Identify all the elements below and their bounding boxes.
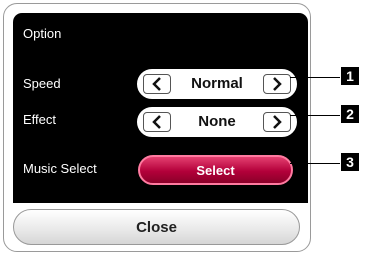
dialog-title: Option — [23, 26, 62, 41]
chevron-right-icon — [273, 115, 282, 129]
effect-label: Effect — [23, 112, 57, 127]
option-panel: Option Speed Normal Effect None Music Se… — [13, 13, 308, 203]
music-select-label: Music Select — [23, 161, 97, 176]
chevron-left-icon — [152, 77, 161, 91]
callout-badge-3: 3 — [341, 153, 359, 171]
callout-line-1 — [290, 77, 340, 78]
callout-badge-2: 2 — [341, 105, 359, 123]
speed-label: Speed — [23, 76, 61, 91]
speed-stepper: Normal — [137, 69, 297, 99]
effect-stepper: None — [137, 107, 297, 137]
effect-value: None — [198, 113, 236, 130]
chevron-left-icon — [152, 115, 161, 129]
callout-line-3 — [290, 163, 340, 164]
chevron-right-icon — [273, 77, 282, 91]
speed-next-button[interactable] — [263, 74, 291, 94]
effect-next-button[interactable] — [263, 112, 291, 132]
effect-prev-button[interactable] — [143, 112, 171, 132]
option-dialog: Option Speed Normal Effect None Music Se… — [3, 3, 311, 252]
close-button[interactable]: Close — [13, 209, 300, 245]
speed-prev-button[interactable] — [143, 74, 171, 94]
music-select-button[interactable]: Select — [138, 155, 293, 185]
callout-line-2 — [290, 115, 340, 116]
speed-value: Normal — [191, 75, 243, 92]
callout-badge-1: 1 — [341, 67, 359, 85]
